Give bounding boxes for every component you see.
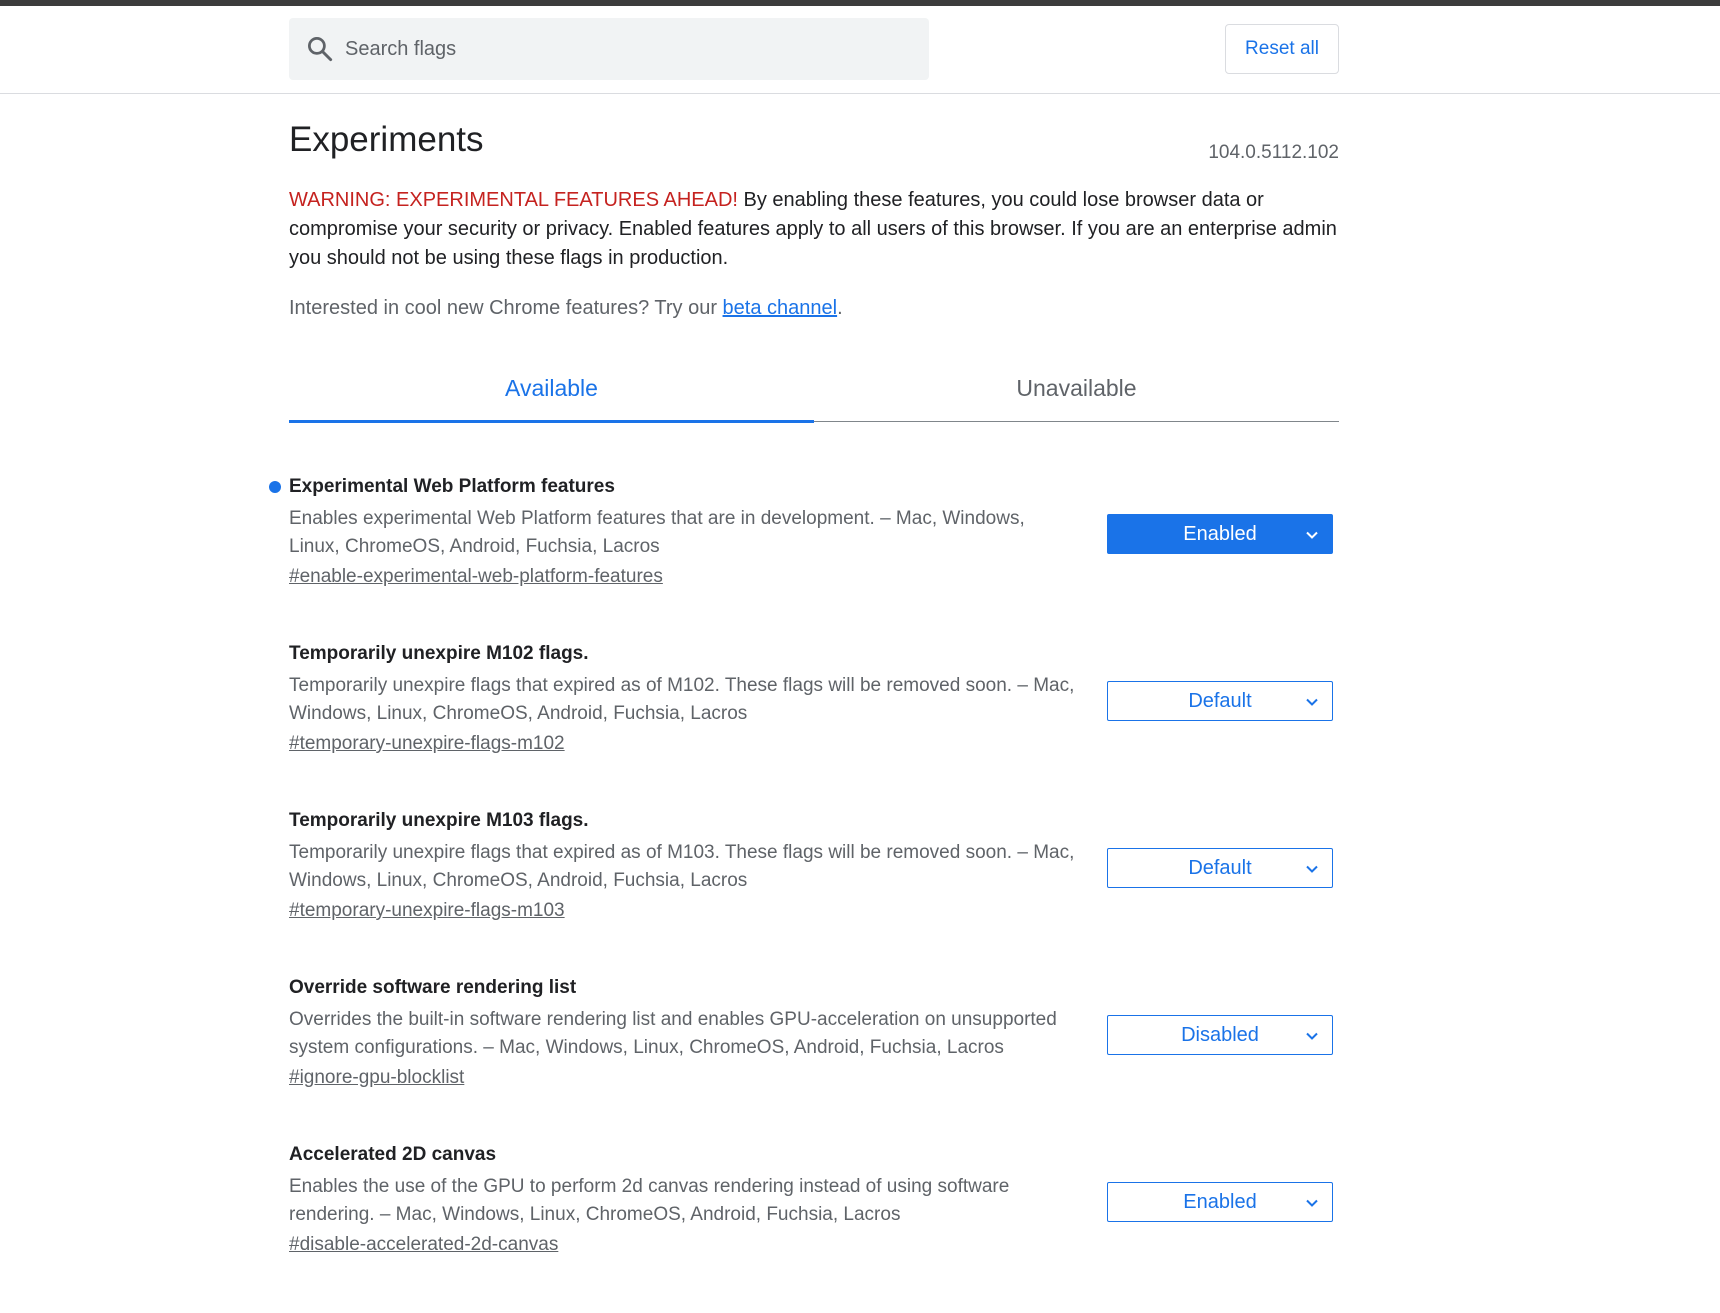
warning-heading: WARNING: EXPERIMENTAL FEATURES AHEAD!: [289, 189, 738, 211]
flag-ignore-gpu-blocklist: Override software rendering list Overrid…: [289, 975, 1339, 1089]
flag-unexpire-m102: Temporarily unexpire M102 flags. Tempora…: [289, 641, 1339, 755]
flag-state-select[interactable]: Enabled: [1107, 1182, 1333, 1222]
page-title: Experiments: [289, 120, 484, 159]
tab-unavailable[interactable]: Unavailable: [814, 356, 1339, 421]
flag-description: Enables experimental Web Platform featur…: [289, 508, 1025, 557]
select-value: Enabled: [1183, 522, 1257, 545]
modified-indicator-dot: [269, 481, 281, 493]
scrollbar[interactable]: [1706, 6, 1720, 1313]
chevron-down-icon: [1306, 1032, 1318, 1040]
search-input[interactable]: [345, 29, 905, 69]
select-value: Enabled: [1183, 1190, 1257, 1213]
chevron-down-icon: [1306, 1199, 1318, 1207]
reset-all-button[interactable]: Reset all: [1225, 24, 1339, 74]
flag-name: Experimental Web Platform features: [289, 476, 615, 497]
flag-state-select[interactable]: Disabled: [1107, 1015, 1333, 1055]
flag-description: Temporarily unexpire flags that expired …: [289, 842, 1075, 891]
flag-state-select[interactable]: Default: [1107, 681, 1333, 721]
flag-state-select[interactable]: Default: [1107, 848, 1333, 888]
flag-unexpire-m103: Temporarily unexpire M103 flags. Tempora…: [289, 808, 1339, 922]
flag-permalink[interactable]: #temporary-unexpire-flags-m103: [289, 900, 565, 922]
beta-channel-prompt: Interested in cool new Chrome features? …: [289, 297, 843, 320]
select-value: Default: [1188, 689, 1252, 712]
flag-experimental-web-platform: Experimental Web Platform features Enabl…: [269, 474, 1339, 588]
flag-state-select[interactable]: Enabled: [1107, 514, 1333, 554]
flag-permalink[interactable]: #temporary-unexpire-flags-m102: [289, 733, 565, 755]
beta-prompt-text: Interested in cool new Chrome features? …: [289, 297, 723, 319]
beta-prompt-end: .: [837, 297, 843, 319]
warning-text: WARNING: EXPERIMENTAL FEATURES AHEAD! By…: [289, 186, 1339, 273]
flag-permalink[interactable]: #enable-experimental-web-platform-featur…: [289, 566, 663, 588]
chevron-down-icon: [1306, 531, 1318, 539]
flag-description: Enables the use of the GPU to perform 2d…: [289, 1176, 1010, 1225]
tab-bar: Available Unavailable: [289, 356, 1339, 423]
select-value: Disabled: [1181, 1023, 1259, 1046]
chevron-down-icon: [1306, 865, 1318, 873]
flag-description: Temporarily unexpire flags that expired …: [289, 675, 1075, 724]
flag-name: Temporarily unexpire M102 flags.: [289, 643, 589, 664]
flag-permalink[interactable]: #disable-accelerated-2d-canvas: [289, 1234, 558, 1256]
search-icon: [308, 37, 333, 62]
flag-name: Temporarily unexpire M103 flags.: [289, 810, 589, 831]
select-value: Default: [1188, 856, 1252, 879]
version-label: 104.0.5112.102: [1208, 142, 1339, 163]
flag-name: Accelerated 2D canvas: [289, 1144, 497, 1165]
tab-available[interactable]: Available: [289, 356, 814, 423]
header: Reset all: [0, 6, 1720, 94]
beta-channel-link[interactable]: beta channel: [723, 297, 838, 319]
search-box[interactable]: [289, 18, 929, 80]
chevron-down-icon: [1306, 698, 1318, 706]
flag-permalink[interactable]: #ignore-gpu-blocklist: [289, 1067, 464, 1089]
flag-description: Overrides the built-in software renderin…: [289, 1009, 1057, 1058]
flag-accelerated-2d-canvas: Accelerated 2D canvas Enables the use of…: [289, 1142, 1339, 1256]
flag-name: Override software rendering list: [289, 977, 577, 998]
